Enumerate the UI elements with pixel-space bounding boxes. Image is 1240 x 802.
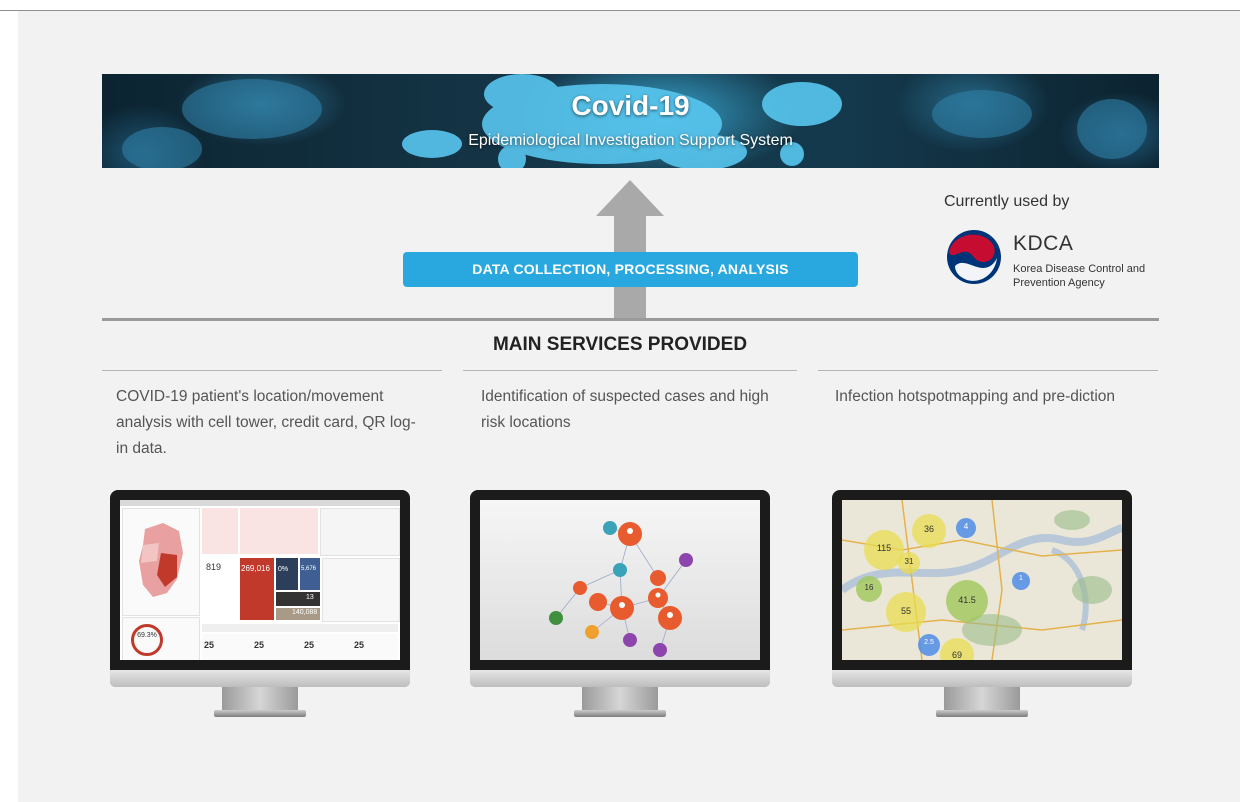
banner-title: Covid-19 — [571, 90, 690, 121]
dashboard-stat-count: 5,676 — [301, 566, 317, 572]
monitor-base — [574, 710, 666, 717]
dashboard-day-value: 25 — [354, 640, 365, 650]
section-title: MAIN SERVICES PROVIDED — [492, 334, 748, 355]
monitor-chin — [470, 670, 770, 687]
dashboard-stat-percent: 0% — [278, 566, 289, 573]
monitor-stand — [582, 687, 658, 711]
dashboard-gauge-value: 69.3% — [137, 632, 157, 639]
dashboard-stat-cases: 819 — [206, 562, 222, 572]
base-map — [842, 500, 1122, 660]
column-divider — [463, 370, 797, 371]
service-description-hotspot: Infection hotspotmapping and pre-diction — [835, 388, 1116, 405]
dashboard-stat-small: 13 — [306, 594, 314, 601]
dashboard-stat-total: 269,016 — [241, 564, 270, 573]
column-divider — [102, 370, 442, 371]
section-divider — [102, 318, 1159, 321]
map-cluster-label: 31 — [904, 557, 914, 566]
dashboard-day-value: 25 — [254, 640, 265, 650]
map-cluster-label: 2.5 — [924, 639, 934, 646]
up-arrow-icon — [596, 180, 664, 318]
map-cluster-label: 41.5 — [958, 595, 976, 605]
monitor-chin — [832, 670, 1132, 687]
pipeline-label: DATA COLLECTION, PROCESSING, ANALYSIS — [403, 252, 858, 287]
service-description-suspected: Identification of suspected cases and hi… — [481, 388, 769, 431]
dashboard-stat-large: 140,088 — [292, 609, 318, 616]
monitor-map: 36 4 115 31 16 55 41.5 2.5 69 1 — [832, 490, 1132, 720]
map-cluster-label: 36 — [923, 524, 934, 534]
column-divider — [818, 370, 1158, 371]
dashboard-screen: 69.3% 819 269,016 0% 5,676 13 140,088 25… — [120, 500, 400, 660]
map-cluster-label: 115 — [876, 543, 892, 553]
hotspot-map-screen: 36 4 115 31 16 55 41.5 2.5 69 1 — [842, 500, 1122, 660]
monitor-dashboard: 69.3% 819 269,016 0% 5,676 13 140,088 25… — [110, 490, 410, 720]
service-description-location: COVID-19 patient's location/movement ana… — [116, 388, 416, 457]
dashboard-day-value: 25 — [304, 640, 315, 650]
network-graph-screen — [480, 500, 760, 660]
map-cluster-label: 55 — [900, 606, 911, 616]
map-cluster-label: 4 — [963, 522, 969, 531]
map-cluster-label: 69 — [951, 650, 962, 660]
monitor-base — [214, 710, 306, 717]
kdca-logo-icon — [947, 230, 1001, 284]
monitor-network — [470, 490, 770, 720]
monitor-base — [936, 710, 1028, 717]
contact-network-graph — [549, 521, 693, 657]
map-cluster-label: 1 — [1019, 575, 1023, 582]
partner-full-name: Korea Disease Control and Prevention Age… — [1013, 263, 1146, 289]
partner-name: KDCA — [1013, 232, 1074, 255]
monitor-stand — [944, 687, 1020, 711]
monitor-chin — [110, 670, 410, 687]
banner-subtitle: Epidemiological Investigation Support Sy… — [468, 132, 793, 149]
monitor-stand — [222, 687, 298, 711]
currently-used-label: Currently used by — [944, 193, 1070, 210]
map-cluster-label: 16 — [864, 583, 874, 592]
korea-map-icon — [139, 523, 183, 597]
hero-banner: Covid-19 Epidemiological Investigation S… — [102, 74, 1159, 168]
dashboard-day-value: 25 — [204, 640, 215, 650]
